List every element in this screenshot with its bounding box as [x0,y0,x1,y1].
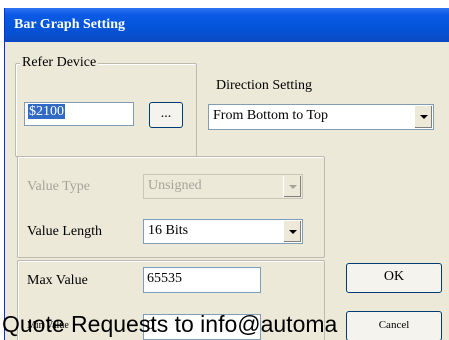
direction-select-value: From Bottom to Top [213,108,329,123]
value-type-label: Value Type [27,179,90,194]
title-bar[interactable]: Bar Graph Setting [5,8,449,42]
max-value-text: 65535 [147,271,182,286]
browse-button-label: ... [160,106,172,121]
ok-button-label: OK [383,269,405,284]
window-title: Bar Graph Setting [14,17,125,32]
bar-graph-setting-dialog: Bar Graph Setting Refer Device $2100 ...… [4,8,449,340]
chevron-down-icon [283,176,301,197]
refer-device-input[interactable]: $2100 [24,102,134,126]
value-length-label: Value Length [27,224,103,239]
watermark-text: Quote Requests to info@automa [2,311,338,337]
refer-device-group: Refer Device $2100 ... [15,55,197,157]
value-type-select: Unsigned [143,174,303,199]
max-value-label: Max Value [27,273,88,288]
value-type-value: Unsigned [148,178,202,193]
refer-device-label: Refer Device [20,55,99,71]
direction-select[interactable]: From Bottom to Top [208,104,434,130]
refer-device-value: $2100 [28,104,65,119]
value-length-select[interactable]: 16 Bits [143,219,303,244]
chevron-down-icon[interactable] [414,106,432,128]
direction-setting-label: Direction Setting [216,78,313,93]
ok-button[interactable]: OK [346,263,442,293]
max-value-input[interactable]: 65535 [143,267,261,293]
browse-device-button[interactable]: ... [149,102,183,128]
chevron-down-icon[interactable] [283,221,301,242]
value-length-value: 16 Bits [148,223,189,238]
